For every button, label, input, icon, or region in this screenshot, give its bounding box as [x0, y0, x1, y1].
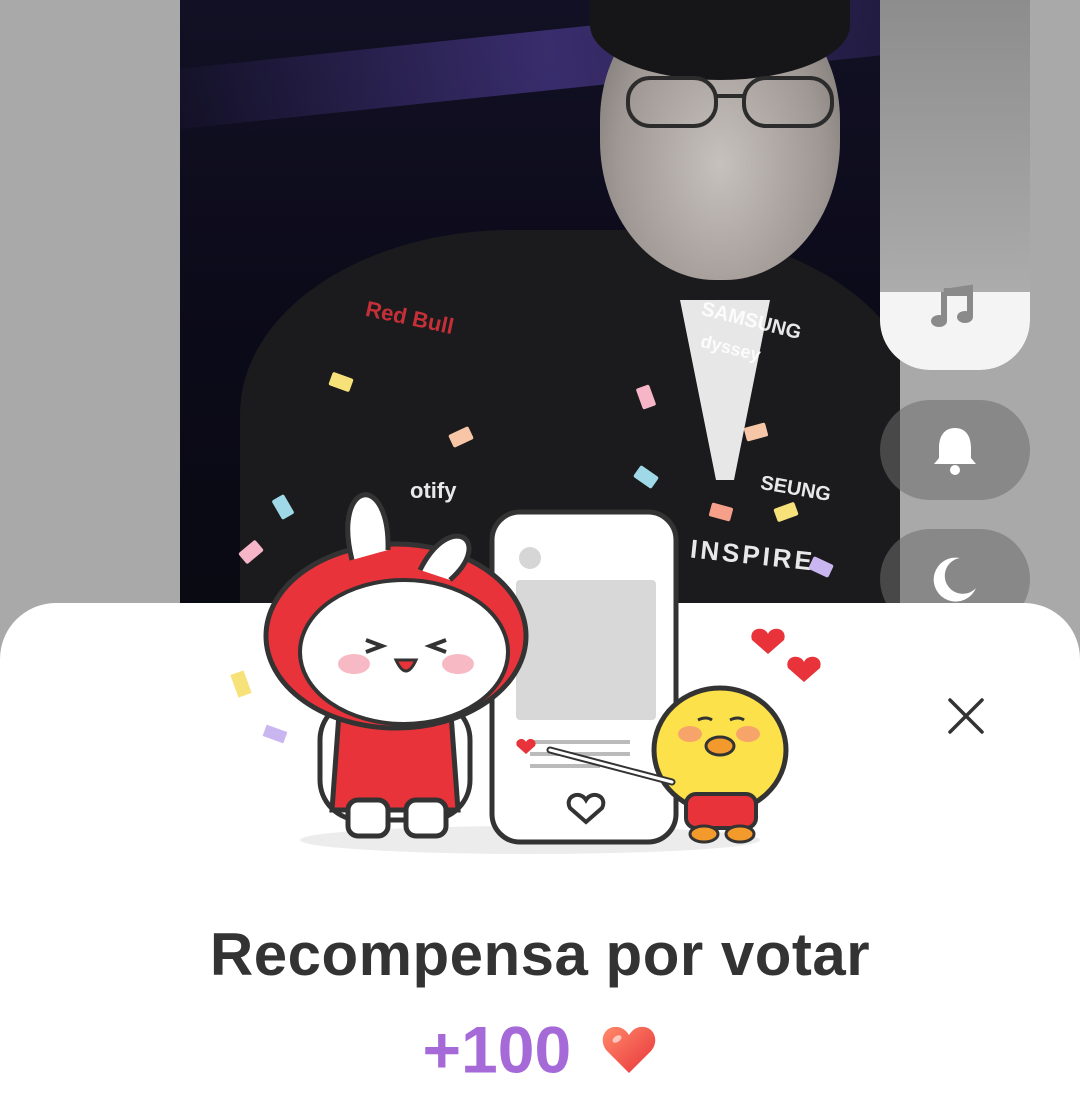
- glasses: [626, 76, 834, 128]
- reward-line: +100: [0, 1006, 1080, 1088]
- vote-reward-illustration: [230, 492, 821, 854]
- moon-icon: [933, 557, 976, 602]
- reward-amount: +100: [422, 1012, 572, 1087]
- music-icon[interactable]: [928, 282, 978, 332]
- close-button[interactable]: [940, 690, 992, 742]
- bell-icon: [934, 428, 976, 475]
- modal-title: Recompensa por votar: [209, 921, 871, 988]
- notification-button[interactable]: [880, 400, 1030, 500]
- close-icon: [948, 698, 984, 734]
- heart-icon: [602, 1026, 655, 1073]
